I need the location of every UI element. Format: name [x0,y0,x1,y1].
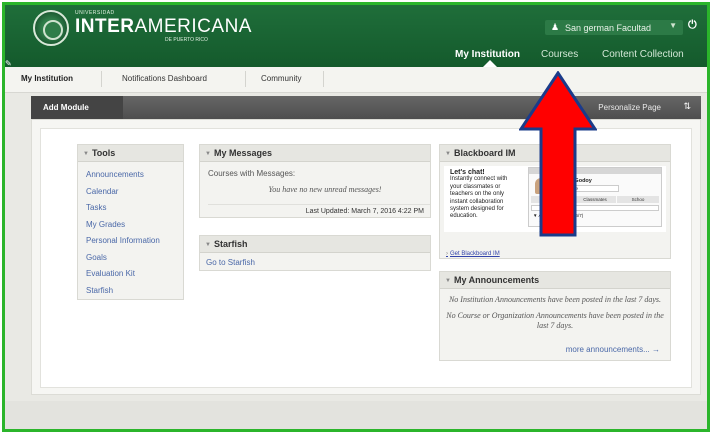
courses-with-messages-label: Courses with Messages: [208,169,296,178]
personalize-page-button[interactable]: Personalize Page [598,103,661,112]
user-menu[interactable]: ♟ San german Facultad ▼ [545,20,683,35]
chevron-down-icon[interactable]: ▼ [669,21,677,30]
get-blackboard-im-text: Get Blackboard IM [450,251,500,257]
collapse-triangle-icon[interactable]: ▼ [445,151,451,157]
im-body-text: Instantly connect with your classmates o… [450,176,508,220]
page-frame: UNIVERSIDAD INTERAMERICANA DE PUERTO RIC… [2,2,710,432]
active-tab-pointer [483,60,497,67]
im-preview-tab: Schoo [617,196,659,203]
tool-link-personal-information[interactable]: Personal Information [86,233,183,250]
collapse-triangle-icon[interactable]: ▼ [83,151,89,157]
institution-announcements-empty: No Institution Announcements have been p… [448,295,662,304]
tool-link-my-grades[interactable]: My Grades [86,217,183,234]
user-icon: ♟ [551,22,560,32]
tool-link-announcements[interactable]: Announcements [86,167,183,184]
add-module-button[interactable]: Add Module [31,96,123,119]
tab-divider [101,71,102,87]
starfish-title: Starfish [213,239,248,249]
get-blackboard-im-link[interactable]: › Get Blackboard IM [446,251,500,257]
starfish-header[interactable]: ▼ Starfish [200,236,430,253]
im-description: Let's chat! Instantly connect with your … [450,169,520,221]
tab-my-institution[interactable]: My Institution [455,49,520,60]
announcements-header[interactable]: ▼ My Announcements [440,272,670,289]
collapse-triangle-icon[interactable]: ▼ [205,151,211,157]
user-name: San german Facultad [565,22,652,33]
messages-header[interactable]: ▼ My Messages [200,145,430,162]
im-heading: Let's chat! [450,169,485,176]
collapse-triangle-icon[interactable]: ▼ [205,242,211,248]
logo-sub-text: DE PUERTO RICO [165,37,208,43]
tab-divider [245,71,246,87]
footer-strip [5,401,707,429]
tools-list: Announcements Calendar Tasks My Grades P… [78,162,183,299]
tool-link-starfish[interactable]: Starfish [86,283,183,300]
logo-main-text: INTERAMERICANA [75,16,252,37]
tools-header[interactable]: ▼ Tools [78,145,183,162]
tool-link-tasks[interactable]: Tasks [86,200,183,217]
logout-power-icon[interactable]: ⏻ [688,19,697,32]
messages-title: My Messages [213,148,272,158]
announcements-title: My Announcements [453,275,540,285]
tab-divider [323,71,324,87]
content-area: ▼ Tools Announcements Calendar Tasks My G… [31,119,701,395]
reorder-icon[interactable]: ⇅ [683,101,691,112]
university-seal-icon [33,10,69,46]
module-toolbar: Add Module Personalize Page ⇅ [31,96,701,119]
course-announcements-empty: No Course or Organization Announcements … [446,311,664,330]
announcements-module: ▼ My Announcements No Institution Announc… [439,271,671,361]
starfish-module: ▼ Starfish Go to Starfish [199,235,431,271]
tab-courses[interactable]: Courses [541,49,578,60]
tool-link-goals[interactable]: Goals [86,250,183,267]
subtab-my-institution[interactable]: My Institution [21,74,73,83]
subtab-notifications-dashboard[interactable]: Notifications Dashboard [122,74,207,83]
no-messages-text: You have no new unread messages! [268,185,382,194]
more-announcements-link[interactable]: more announcements... → [566,345,660,354]
tab-content-collection[interactable]: Content Collection [602,49,684,60]
subtab-community[interactable]: Community [261,74,301,83]
tools-title: Tools [91,148,116,158]
go-to-starfish-link[interactable]: Go to Starfish [200,253,430,267]
collapse-triangle-icon[interactable]: ▼ [445,278,451,284]
tool-link-calendar[interactable]: Calendar [86,184,183,201]
messages-module: ▼ My Messages Courses with Messages: You … [199,144,431,218]
tools-module: ▼ Tools Announcements Calendar Tasks My G… [77,144,184,300]
blackboard-im-title: Blackboard IM [453,148,516,158]
caret-right-icon: › [446,251,448,257]
university-logo[interactable]: UNIVERSIDAD INTERAMERICANA DE PUERTO RIC… [33,10,251,46]
header-bar: UNIVERSIDAD INTERAMERICANA DE PUERTO RIC… [5,5,707,68]
tool-link-evaluation-kit[interactable]: Evaluation Kit [86,266,183,283]
last-updated-text: Last Updated: March 7, 2016 4:22 PM [208,204,430,215]
sub-tab-row: My Institution Notifications Dashboard C… [5,67,707,93]
red-arrow-annotation [519,71,597,237]
